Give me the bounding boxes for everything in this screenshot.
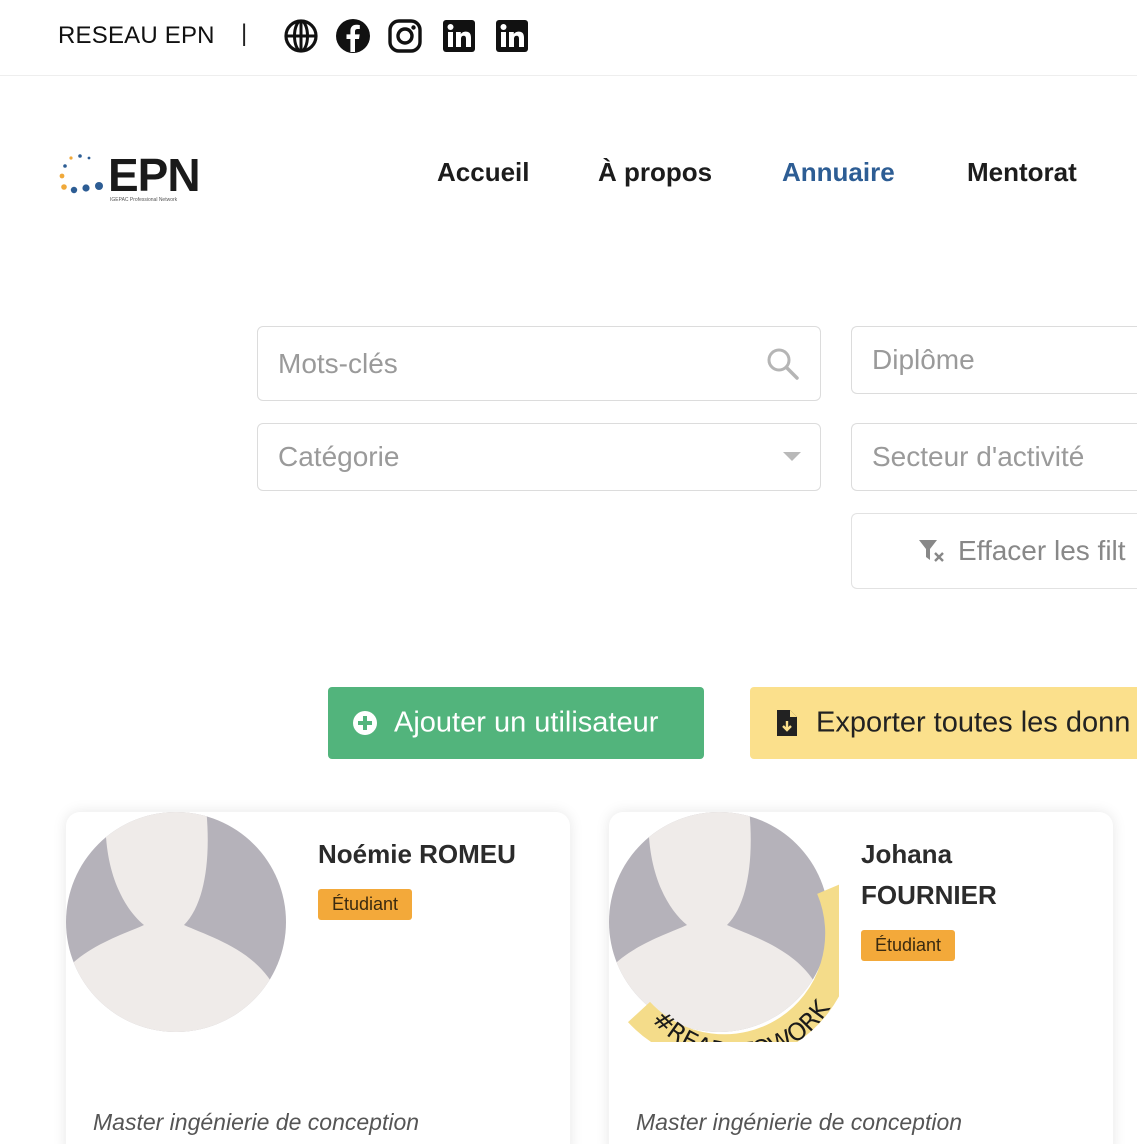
category-select[interactable]: Catégorie [257, 423, 821, 491]
user-card[interactable]: #READYTOWORK Johana FOURNIER Étudiant Ma… [609, 812, 1113, 1144]
network-label: RESEAU EPN [58, 22, 215, 49]
linkedin-icon[interactable] [493, 17, 531, 55]
user-first-name: Johana [861, 839, 953, 869]
diploma-placeholder: Diplôme [872, 344, 975, 375]
sector-placeholder: Secteur d'activité [872, 441, 1085, 472]
export-data-button[interactable]: Exporter toutes les donn [750, 687, 1137, 759]
user-name[interactable]: Noémie ROMEU [318, 834, 516, 875]
diploma-select[interactable]: Diplôme [851, 326, 1137, 394]
logo-wordmark: EPN [108, 149, 201, 201]
file-export-icon [777, 710, 797, 736]
nav-a-propos[interactable]: À propos [598, 157, 712, 188]
add-user-label: Ajouter un utilisateur [394, 706, 659, 739]
clear-filters-label: Effacer les filt [958, 535, 1126, 566]
nav-annuaire[interactable]: Annuaire [782, 157, 895, 188]
avatar-placeholder-icon: #READYTOWORK [609, 812, 839, 1042]
clear-filters-button[interactable]: Effacer les filt [851, 513, 1137, 589]
logo-tagline: IGEPAC Professional Network [110, 197, 178, 203]
user-card[interactable]: Noémie ROMEU Étudiant Master ingénierie … [66, 812, 570, 1144]
status-badge: Étudiant [861, 930, 956, 961]
top-bar: RESEAU EPN | [0, 0, 1137, 76]
keywords-input[interactable]: Mots-clés [257, 326, 821, 401]
epn-logo[interactable]: EPN IGEPAC Professional Network [58, 149, 218, 212]
chevron-down-icon [783, 452, 801, 461]
user-degree: Master ingénierie de conception [636, 1109, 963, 1135]
keywords-placeholder: Mots-clés [278, 347, 398, 379]
avatar-placeholder-icon [66, 812, 286, 1032]
separator: | [241, 20, 248, 47]
logo-dots-icon [59, 154, 103, 194]
export-data-label: Exporter toutes les donn [816, 706, 1131, 739]
facebook-icon[interactable] [334, 17, 372, 55]
user-degree: Master ingénierie de conception [93, 1109, 420, 1135]
category-placeholder: Catégorie [278, 441, 400, 472]
instagram-icon[interactable] [386, 17, 424, 55]
add-user-button[interactable]: Ajouter un utilisateur [328, 687, 704, 759]
user-last-name: FOURNIER [861, 880, 997, 910]
nav-accueil[interactable]: Accueil [437, 157, 530, 188]
nav-mentorat[interactable]: Mentorat [967, 157, 1077, 188]
linkedin-icon[interactable] [440, 17, 478, 55]
plus-circle-icon [353, 711, 377, 735]
user-name[interactable]: Johana FOURNIER [861, 834, 997, 916]
globe-icon[interactable] [282, 17, 320, 55]
filter-clear-icon [919, 540, 944, 562]
status-badge: Étudiant [318, 889, 413, 920]
search-icon [767, 348, 799, 380]
sector-select[interactable]: Secteur d'activité [851, 423, 1137, 491]
